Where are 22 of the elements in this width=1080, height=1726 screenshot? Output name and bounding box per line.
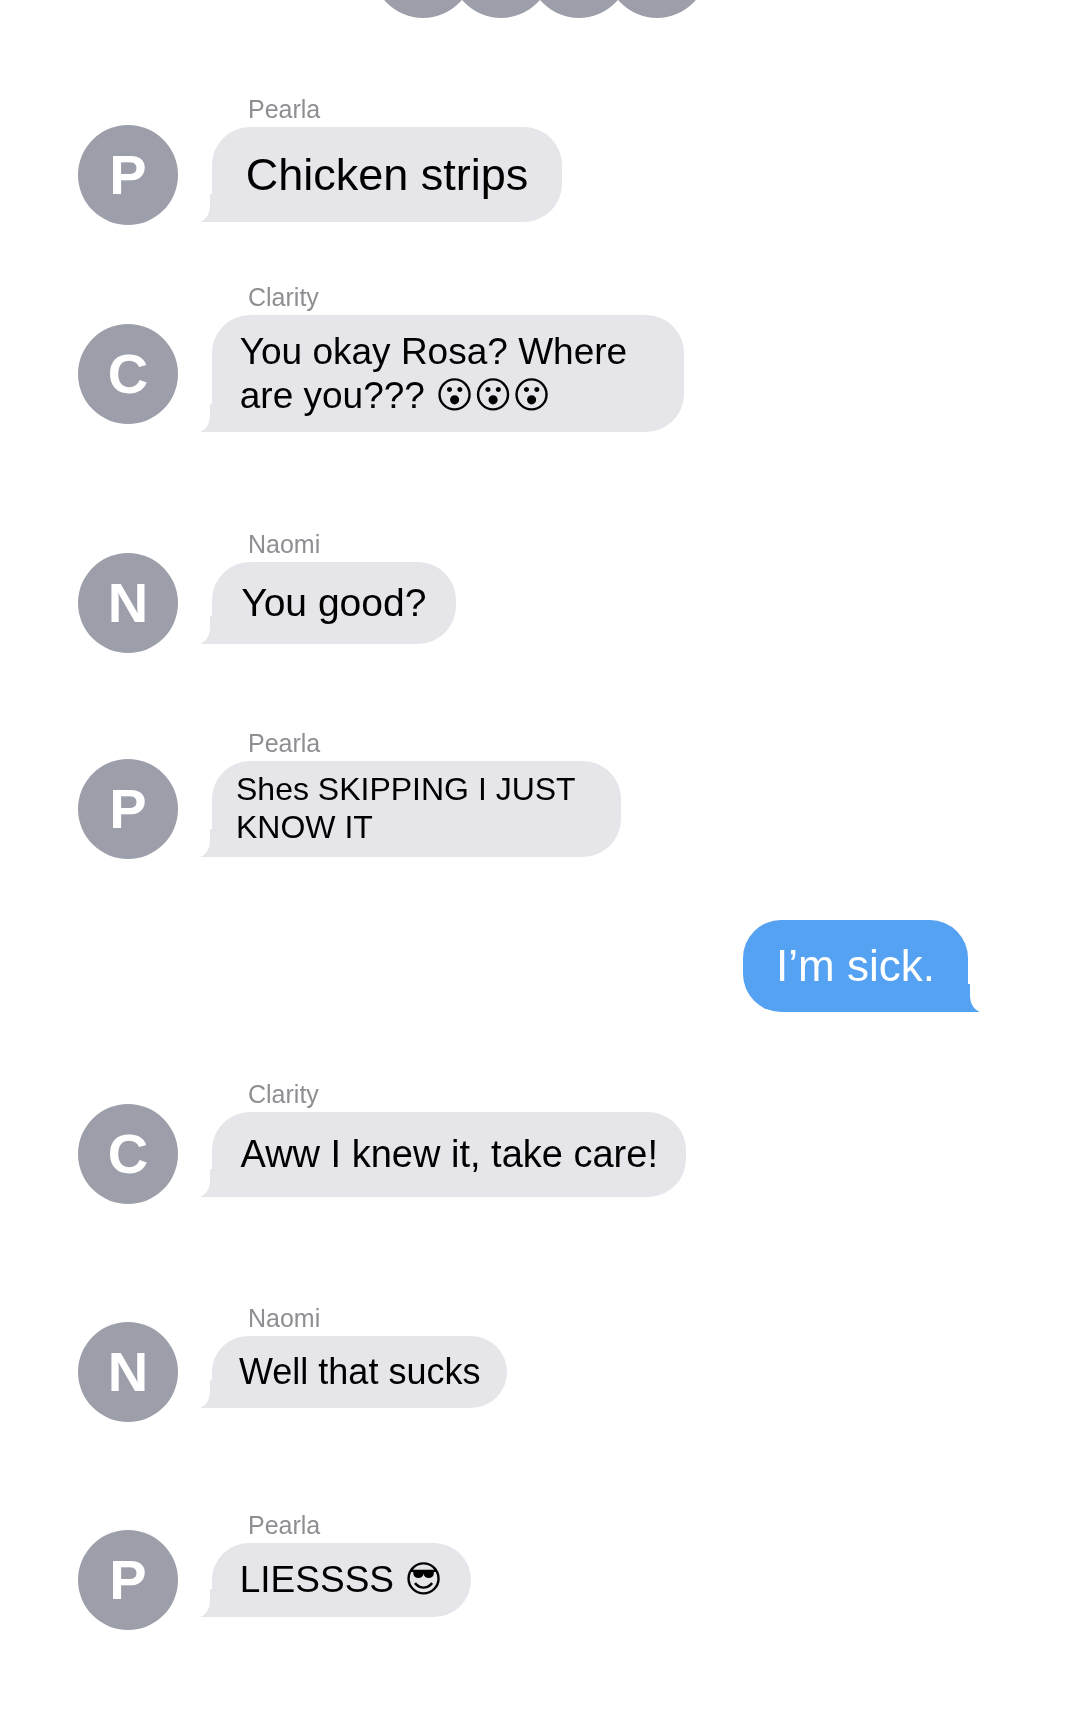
avatar: N xyxy=(78,1321,178,1422)
sender-name: Pearla xyxy=(248,1510,321,1541)
sender-name: Pearla xyxy=(248,94,321,124)
message-text: You good? xyxy=(241,581,427,625)
avatar: N xyxy=(78,553,178,654)
message-text: Shes SKIPPING I JUST KNOW IT xyxy=(236,771,576,846)
sender-name: Naomi xyxy=(248,529,321,560)
avatar: P xyxy=(78,124,178,225)
sender-name: Clarity xyxy=(248,282,319,313)
message-text: I’m sick. xyxy=(776,940,935,990)
message-text: Aww I knew it, take care! xyxy=(240,1132,658,1175)
sender-name: Naomi xyxy=(248,1302,321,1333)
message-text: LIESSSS 😎 xyxy=(239,1559,443,1601)
message-text: Chicken strips xyxy=(245,149,529,200)
message-text: You okay Rosa? Where are you??? 😮😮😮 xyxy=(239,331,628,416)
sender-name: Pearla xyxy=(248,728,321,759)
avatar: C xyxy=(78,323,178,424)
avatar: C xyxy=(78,1104,178,1205)
message-text: Well that sucks xyxy=(239,1350,481,1392)
avatar: P xyxy=(78,1529,178,1630)
avatar: P xyxy=(78,759,178,860)
sender-name: Clarity xyxy=(248,1078,319,1109)
